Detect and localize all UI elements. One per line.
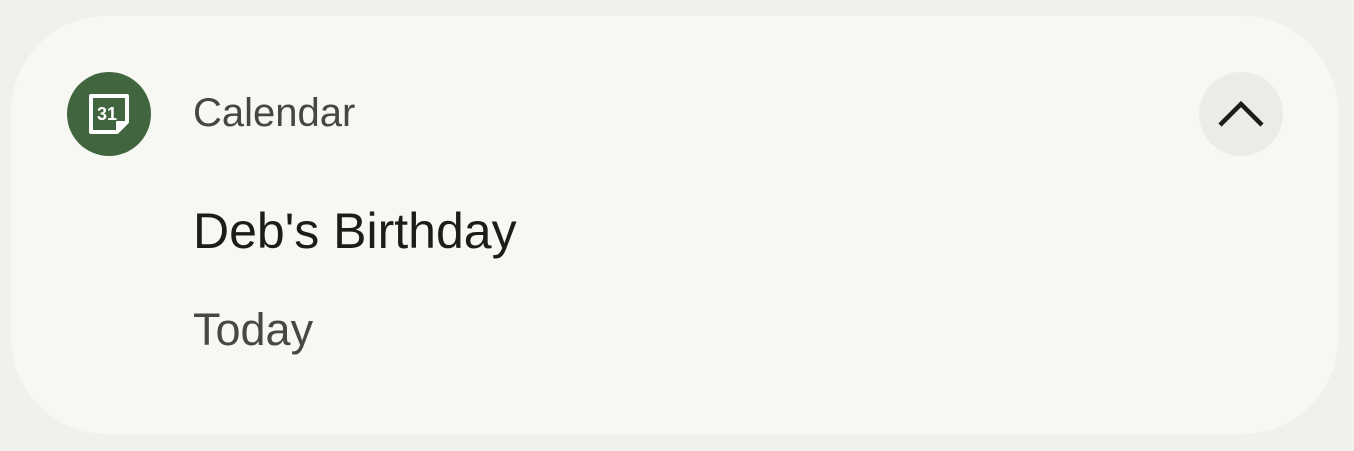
notification-card[interactable]: 31 Calendar Deb's Birthday Today bbox=[11, 16, 1338, 434]
app-name: Calendar bbox=[193, 91, 356, 135]
calendar-icon: 31 bbox=[67, 72, 151, 156]
notification-title: Deb's Birthday bbox=[193, 203, 517, 259]
calendar-glyph: 31 bbox=[89, 94, 129, 134]
notification-subtitle: Today bbox=[193, 304, 314, 355]
chevron-up-icon bbox=[1218, 100, 1264, 127]
calendar-icon-date: 31 bbox=[97, 104, 117, 124]
collapse-button[interactable] bbox=[1199, 72, 1283, 156]
